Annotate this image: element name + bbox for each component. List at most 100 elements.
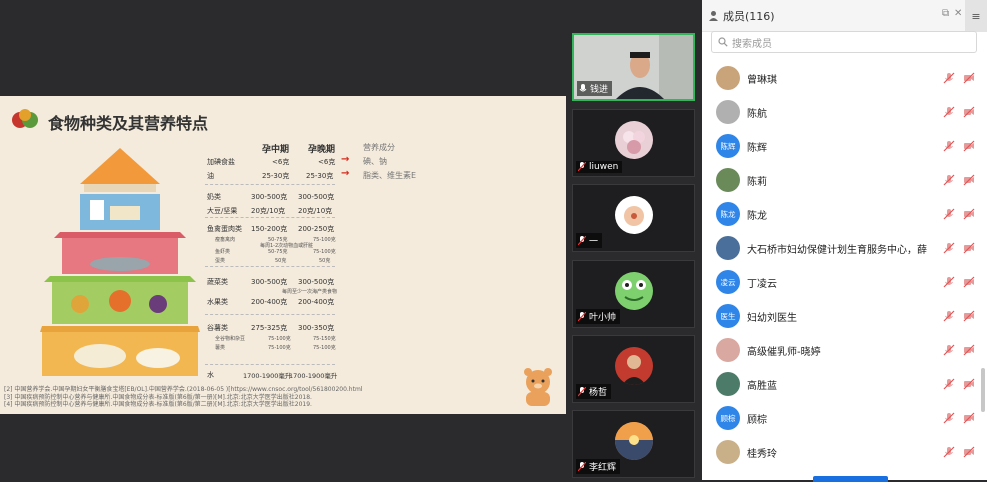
microphone-muted-icon[interactable] bbox=[943, 310, 955, 322]
microphone-muted-icon[interactable] bbox=[943, 72, 955, 84]
video-tile[interactable]: 李红辉 bbox=[572, 410, 695, 478]
video-label: liuwen bbox=[576, 161, 623, 173]
video-label: 钱进 bbox=[577, 81, 613, 96]
participant-avatar bbox=[614, 347, 653, 385]
video-strip: 钱进 liuwen 一 叶小帅 杨哲 李红辉 bbox=[566, 0, 702, 480]
row-late: 25-30克 bbox=[306, 172, 334, 180]
members-list: 曾琳琪 陈航 陈辉 陈辉 陈莉 陈龙 陈龙 大石桥市妇幼保健计划生育服务中心，薛 凌云 丁凌云 医生… bbox=[702, 60, 987, 470]
row-mid: 20克/10克 bbox=[251, 207, 286, 215]
bear-mascot-icon bbox=[524, 368, 552, 406]
member-row[interactable]: 陈龙 陈龙 bbox=[702, 197, 987, 231]
row-name: 油 bbox=[207, 172, 214, 180]
member-row[interactable]: 医生 妇幼刘医生 bbox=[702, 299, 987, 333]
sub-row-mid: 50-75克 bbox=[268, 249, 288, 255]
camera-off-icon[interactable] bbox=[963, 72, 975, 84]
member-name: 丁凌云 bbox=[747, 278, 777, 290]
arrow-right-icon: → bbox=[341, 154, 350, 165]
camera-off-icon[interactable] bbox=[963, 140, 975, 152]
member-row[interactable]: 陈航 bbox=[702, 95, 987, 129]
person-icon bbox=[709, 11, 718, 21]
member-avatar bbox=[716, 338, 740, 362]
microphone-muted-icon[interactable] bbox=[943, 140, 955, 152]
member-row[interactable]: 凌云 丁凌云 bbox=[702, 265, 987, 299]
camera-off-icon[interactable] bbox=[963, 378, 975, 390]
row-mid: 300-500克 bbox=[251, 278, 288, 286]
member-row[interactable]: 陈辉 陈辉 bbox=[702, 129, 987, 163]
row-name: 鱼禽蛋肉类 bbox=[207, 225, 242, 233]
member-row[interactable]: 顾棕 顾棕 bbox=[702, 401, 987, 435]
member-avatar: 陈辉 bbox=[716, 134, 740, 158]
member-name: 陈龙 bbox=[747, 210, 767, 222]
popout-icon[interactable]: ⧉ bbox=[942, 8, 949, 19]
member-name: 高胜蓝 bbox=[747, 380, 777, 392]
row-mid: 300-500克 bbox=[251, 193, 288, 201]
camera-off-icon[interactable] bbox=[963, 106, 975, 118]
invite-button[interactable] bbox=[813, 476, 888, 482]
member-name: 陈莉 bbox=[747, 176, 767, 188]
microphone-muted-icon[interactable] bbox=[943, 208, 955, 220]
search-icon bbox=[718, 37, 728, 47]
member-avatar: 凌云 bbox=[716, 270, 740, 294]
microphone-muted-icon[interactable] bbox=[943, 344, 955, 356]
row-late: 300-500克 bbox=[298, 193, 335, 201]
sub-row-name: 瘦畜禽肉 bbox=[215, 237, 236, 243]
member-avatar: 医生 bbox=[716, 304, 740, 328]
row-mid: 150-200克 bbox=[251, 225, 288, 233]
video-tile[interactable]: 杨哲 bbox=[572, 335, 695, 403]
member-row[interactable]: 桂秀玲 bbox=[702, 435, 987, 469]
row-name: 谷薯类 bbox=[207, 324, 228, 332]
microphone-muted-icon[interactable] bbox=[943, 412, 955, 424]
camera-off-icon[interactable] bbox=[963, 446, 975, 458]
search-member-input[interactable]: 搜索成员 bbox=[711, 31, 977, 53]
sub-row-late: 75-100克 bbox=[313, 345, 336, 351]
video-tile[interactable]: 叶小帅 bbox=[572, 260, 695, 328]
sub-row-mid: 75-100克 bbox=[268, 336, 291, 342]
row-late: 300-500克 bbox=[298, 278, 335, 286]
sub-row-name: 鱼虾类 bbox=[215, 249, 231, 255]
microphone-muted-icon[interactable] bbox=[943, 106, 955, 118]
member-row[interactable]: 高胜蓝 bbox=[702, 367, 987, 401]
header-nutrients: 营养成分 bbox=[363, 143, 395, 152]
row-late: 300-350克 bbox=[298, 324, 335, 332]
video-label: 一 bbox=[576, 233, 603, 248]
camera-off-icon[interactable] bbox=[963, 344, 975, 356]
shared-screen: 食物种类及其营养特点 孕中期 孕晚期 营养成分 加碘食盐 <6克 <6克 → 碘… bbox=[0, 0, 566, 480]
sub-row-late: 75-150克 bbox=[313, 336, 336, 342]
camera-off-icon[interactable] bbox=[963, 310, 975, 322]
camera-off-icon[interactable] bbox=[963, 276, 975, 288]
camera-off-icon[interactable] bbox=[963, 242, 975, 254]
camera-off-icon[interactable] bbox=[963, 208, 975, 220]
member-row[interactable]: 高级催乳师-晓婷 bbox=[702, 333, 987, 367]
scrollbar[interactable] bbox=[981, 368, 985, 412]
member-row[interactable]: 曾琳琪 bbox=[702, 61, 987, 95]
participant-name: 李红辉 bbox=[589, 463, 617, 473]
video-label: 叶小帅 bbox=[576, 309, 621, 324]
camera-off-icon[interactable] bbox=[963, 174, 975, 186]
video-tile[interactable]: 钱进 bbox=[572, 33, 695, 101]
video-tile[interactable]: 一 bbox=[572, 184, 695, 252]
divider bbox=[205, 314, 335, 315]
microphone-muted-icon[interactable] bbox=[943, 446, 955, 458]
participant-name: 叶小帅 bbox=[589, 313, 617, 323]
member-name: 高级催乳师-晓婷 bbox=[747, 346, 821, 358]
video-tile[interactable]: liuwen bbox=[572, 109, 695, 177]
small-note: 每周至少一次海产类食物 bbox=[282, 289, 338, 295]
member-avatar bbox=[716, 66, 740, 90]
menu-button[interactable]: ≡ bbox=[965, 0, 987, 32]
member-row[interactable]: 大石桥市妇幼保健计划生育服务中心，薛 bbox=[702, 231, 987, 265]
member-avatar bbox=[716, 440, 740, 464]
reference-line: [2] 中国营养学会.中国孕期妇女平衡膳食宝塔[EB/OL].中国营养学会.(2… bbox=[4, 386, 363, 393]
microphone-muted-icon[interactable] bbox=[943, 174, 955, 186]
member-row[interactable]: 陈莉 bbox=[702, 163, 987, 197]
row-name: 蔬菜类 bbox=[207, 278, 228, 286]
food-pyramid bbox=[40, 148, 200, 376]
microphone-muted-icon[interactable] bbox=[943, 378, 955, 390]
microphone-muted-icon[interactable] bbox=[943, 276, 955, 288]
close-icon[interactable]: ✕ bbox=[954, 8, 962, 19]
row-late: 20克/10克 bbox=[298, 207, 333, 215]
microphone-muted-icon[interactable] bbox=[943, 242, 955, 254]
camera-off-icon[interactable] bbox=[963, 412, 975, 424]
fruit-logo-icon bbox=[12, 109, 38, 128]
participant-name: liuwen bbox=[589, 162, 619, 172]
row-late: 200-400克 bbox=[298, 298, 335, 306]
